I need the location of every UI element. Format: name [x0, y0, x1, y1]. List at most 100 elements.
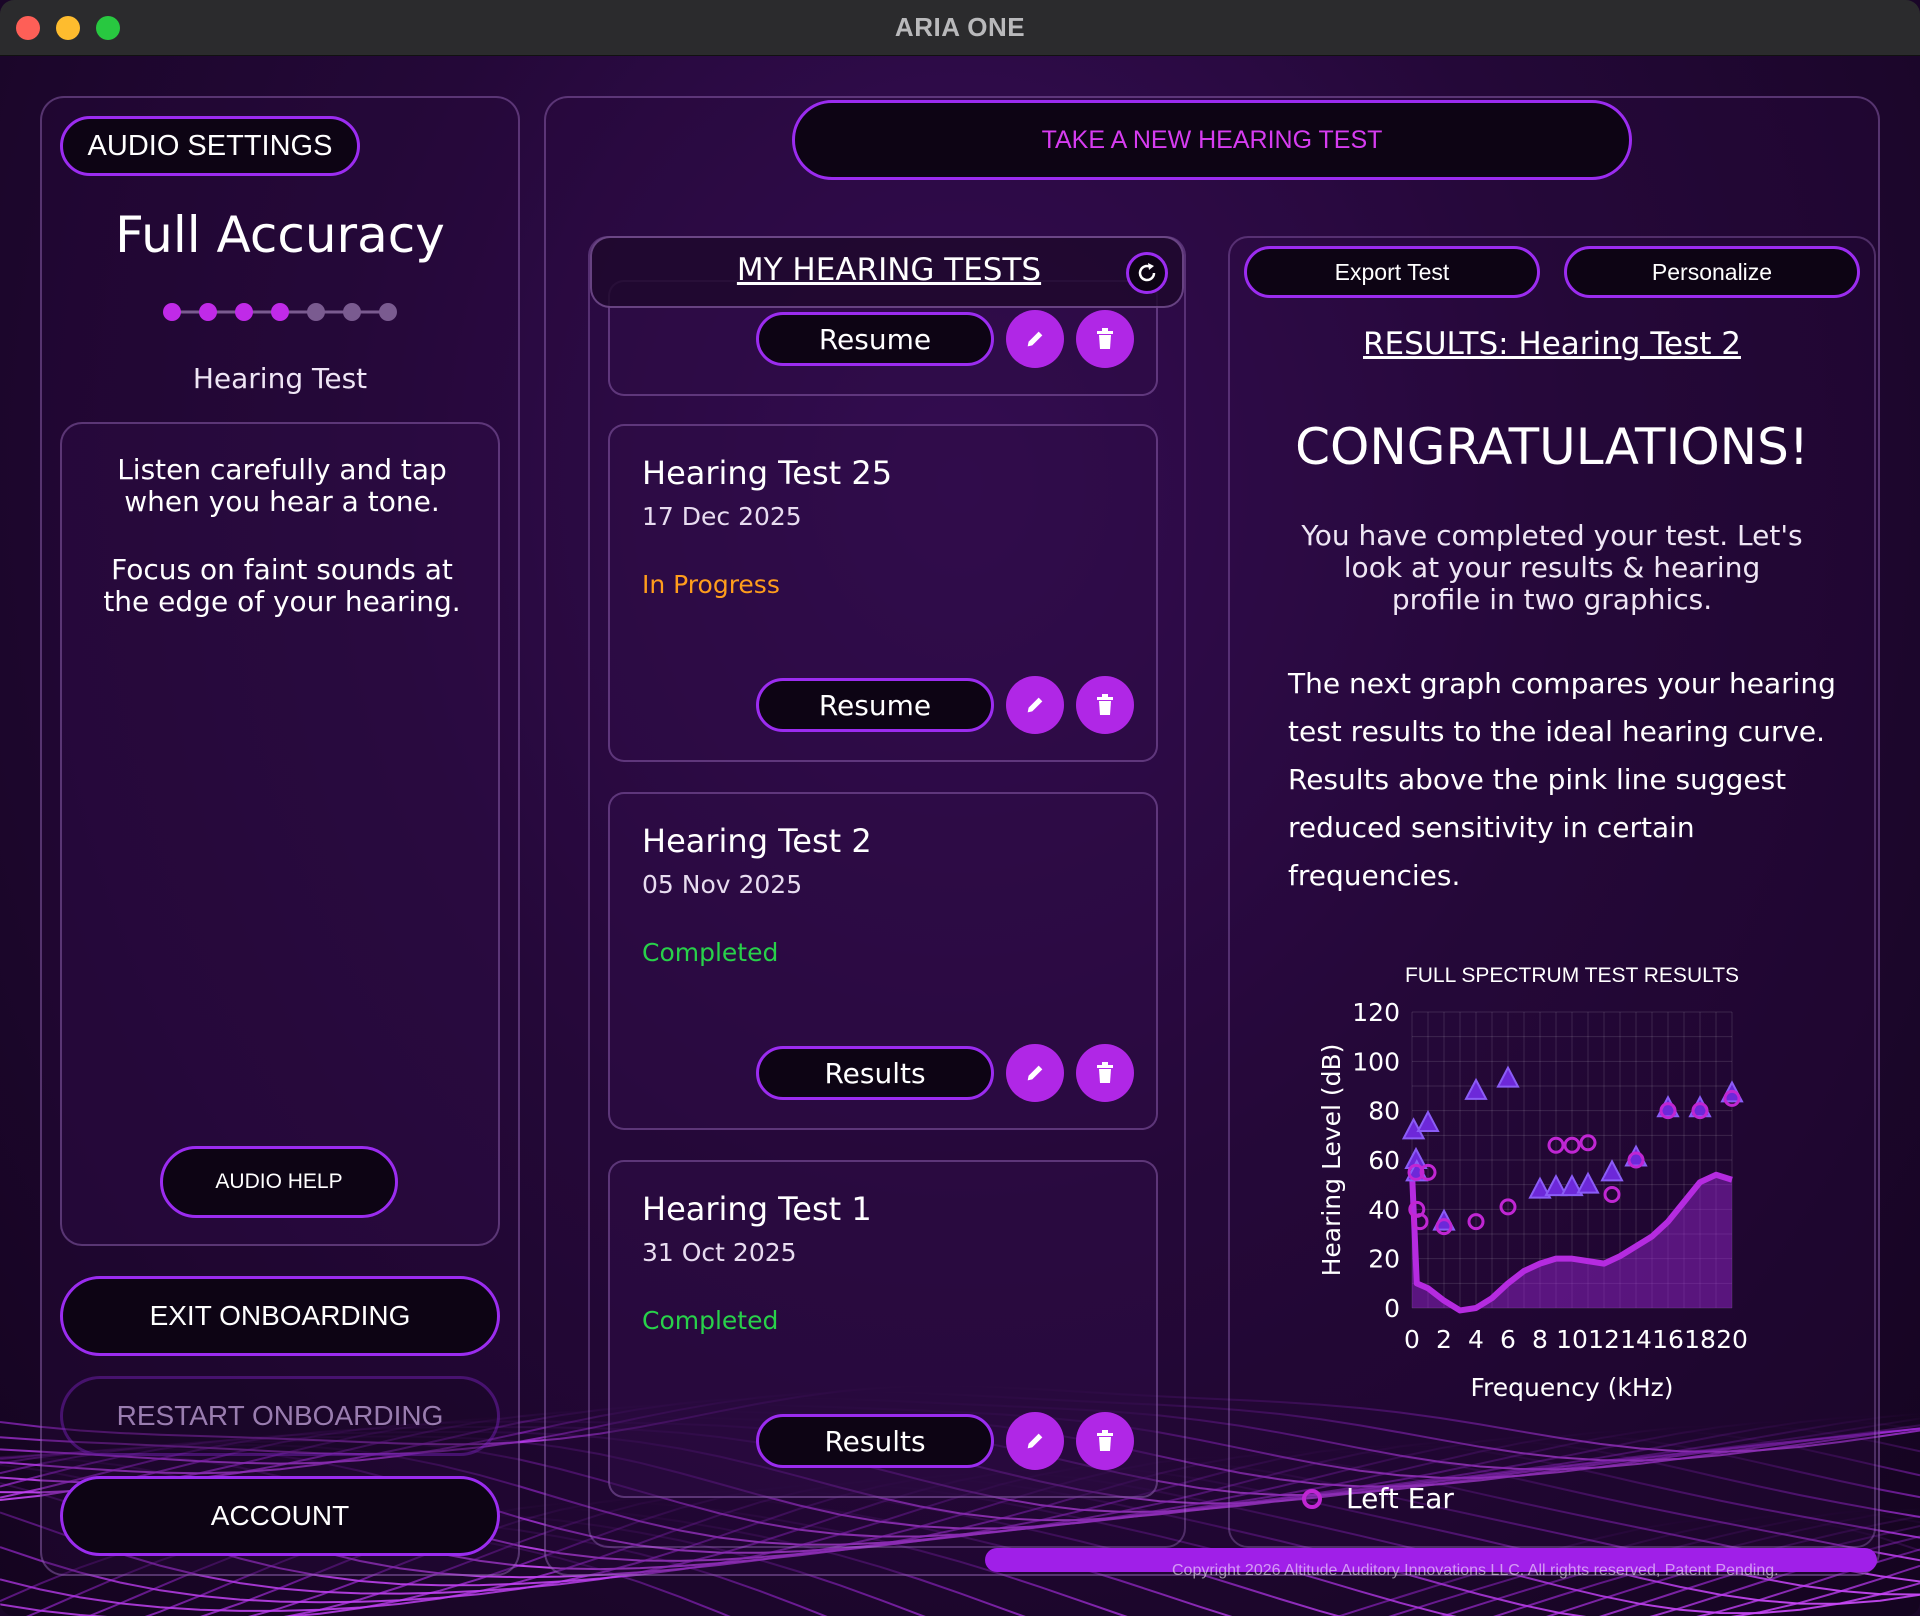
account-button[interactable]: ACCOUNT: [60, 1476, 500, 1556]
account-label: ACCOUNT: [210, 1500, 350, 1531]
x-tick-label: 6: [1500, 1325, 1516, 1354]
exit-onboarding-label: EXIT ONBOARDING: [149, 1300, 411, 1331]
refresh-icon: [1138, 263, 1156, 282]
step-label: Hearing Test: [192, 362, 368, 395]
x-tick-label: 4: [1468, 1325, 1484, 1354]
trash-icon: [1097, 1430, 1113, 1451]
pencil-icon: [1027, 697, 1043, 713]
congrats-heading: CONGRATULATIONS!: [1295, 418, 1809, 476]
delete-button[interactable]: [1076, 1412, 1134, 1470]
x-tick-label: 20: [1716, 1325, 1748, 1354]
paragraph-line: frequencies.: [1288, 859, 1461, 892]
edit-button[interactable]: [1006, 676, 1064, 734]
triangle-point: [1464, 1077, 1488, 1100]
window-title: ARIA ONE: [894, 12, 1026, 42]
triangle-point: [1600, 1159, 1624, 1182]
test-date: 31 Oct 2025: [642, 1238, 797, 1267]
personalize-button[interactable]: Personalize: [1564, 246, 1860, 298]
trash-icon: [1097, 694, 1113, 715]
audio-settings-button[interactable]: AUDIO SETTINGS: [60, 116, 360, 176]
x-tick-label: 18: [1684, 1325, 1716, 1354]
results-heading: RESULTS: Hearing Test 2: [1363, 326, 1741, 362]
minimize-window-button[interactable]: [56, 16, 80, 40]
status-label: Completed: [642, 1306, 779, 1335]
step-dot: [343, 303, 361, 321]
instruction-text-2: Focus on faint sounds at the edge of you…: [103, 553, 461, 618]
personalize-label: Personalize: [1651, 258, 1773, 285]
pencil-icon: [1027, 1065, 1043, 1081]
left-ear-label: Left Ear: [1346, 1482, 1454, 1515]
refresh-button[interactable]: [1126, 252, 1168, 294]
delete-button[interactable]: [1076, 676, 1134, 734]
triangle-point: [1576, 1171, 1600, 1194]
delete-button[interactable]: [1076, 310, 1134, 368]
x-tick-label: 0: [1404, 1325, 1420, 1354]
test-title: Hearing Test 1: [642, 1190, 872, 1228]
take-new-test-label: TAKE A NEW HEARING TEST: [1041, 125, 1383, 154]
y-tick-label: 60: [1368, 1146, 1400, 1175]
app-window: ARIA ONE AUDIO SETTINGS Full Accuracy He…: [0, 0, 1920, 1616]
zoom-window-button[interactable]: [96, 16, 120, 40]
export-test-label: Export Test: [1334, 258, 1450, 285]
resume-button[interactable]: Resume: [756, 312, 994, 366]
x-tick-label: 2: [1436, 1325, 1452, 1354]
test-action-label: Resume: [818, 688, 932, 722]
resume-label: Resume: [818, 322, 932, 356]
mode-title: Full Accuracy: [115, 206, 445, 264]
test-card[interactable]: Hearing Test 1 31 Oct 2025 Completed Result…: [608, 1160, 1158, 1498]
y-tick-label: 80: [1368, 1097, 1400, 1126]
delete-button[interactable]: [1076, 1044, 1134, 1102]
paragraph-line: Results above the pink line suggest: [1288, 763, 1787, 796]
test-date: 05 Nov 2025: [642, 870, 803, 899]
paragraph-line: The next graph compares your hearing: [1288, 667, 1836, 700]
title-bar: ARIA ONE: [0, 0, 1920, 56]
edit-button[interactable]: [1006, 310, 1064, 368]
tests-header: MY HEARING TESTS: [590, 236, 1184, 308]
triangle-point: [1416, 1109, 1440, 1132]
audio-help-button[interactable]: AUDIO HELP: [160, 1146, 398, 1218]
status-label: In Progress: [642, 570, 780, 599]
left-ear-legend: Left Ear: [1300, 1482, 1454, 1515]
edit-button[interactable]: [1006, 1044, 1064, 1102]
y-axis-label: Hearing Level (dB): [1317, 1044, 1346, 1277]
triangle-point: [1496, 1065, 1520, 1088]
restart-onboarding-button[interactable]: RESTART ONBOARDING: [60, 1376, 500, 1456]
paragraph-line: test results to the ideal hearing curve.: [1288, 715, 1826, 748]
test-action-button[interactable]: Results: [756, 1046, 994, 1100]
left-ear-marker-icon: [1302, 1488, 1322, 1509]
close-window-button[interactable]: [16, 16, 40, 40]
y-tick-label: 0: [1384, 1294, 1400, 1323]
edit-button[interactable]: [1006, 1412, 1064, 1470]
pencil-icon: [1027, 331, 1043, 347]
test-card[interactable]: Hearing Test 2 05 Nov 2025 Completed Result…: [608, 792, 1158, 1130]
status-label: Completed: [642, 938, 779, 967]
test-title: Hearing Test 25: [642, 454, 893, 492]
test-date: 17 Dec 2025: [642, 502, 802, 531]
chart-title: FULL SPECTRUM TEST RESULTS: [1405, 964, 1739, 987]
restart-onboarding-label: RESTART ONBOARDING: [116, 1400, 444, 1431]
tests-header-title: MY HEARING TESTS: [736, 252, 1042, 288]
x-tick-label: 16: [1652, 1325, 1684, 1354]
copyright-text: Copyright 2026 Altitude Auditory Innovat…: [1172, 1562, 1779, 1579]
export-test-button[interactable]: Export Test: [1244, 246, 1540, 298]
instruction-text-1: Listen carefully and tap when you hear a…: [117, 453, 447, 518]
trash-icon: [1097, 328, 1113, 349]
x-tick-label: 12: [1588, 1325, 1620, 1354]
x-tick-label: 8: [1532, 1325, 1548, 1354]
test-card[interactable]: Hearing Test 25 17 Dec 2025 In Progress Res…: [608, 424, 1158, 762]
test-action-button[interactable]: Resume: [756, 678, 994, 732]
test-action-label: Results: [824, 1056, 926, 1090]
x-tick-label: 10: [1556, 1325, 1588, 1354]
test-action-label: Results: [824, 1424, 926, 1458]
step-dot: [379, 303, 397, 321]
left-ear-point: [1603, 1186, 1621, 1204]
take-new-test-button[interactable]: TAKE A NEW HEARING TEST: [792, 100, 1632, 180]
results-intro: You have completed your test. Let's look…: [1301, 519, 1803, 616]
audio-settings-label: AUDIO SETTINGS: [87, 129, 333, 162]
step-dot: [199, 303, 217, 321]
results-chart: FULL SPECTRUM TEST RESULTS02040608010012…: [1317, 964, 1748, 1402]
test-action-button[interactable]: Results: [756, 1414, 994, 1468]
exit-onboarding-button[interactable]: EXIT ONBOARDING: [60, 1276, 500, 1356]
step-progress: [163, 303, 397, 321]
x-axis-label: Frequency (kHz): [1470, 1373, 1673, 1402]
